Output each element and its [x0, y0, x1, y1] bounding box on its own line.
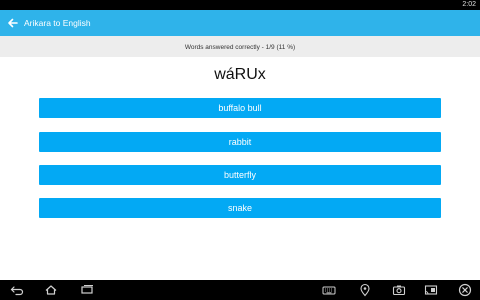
- keyboard-icon[interactable]: [322, 283, 336, 297]
- home-icon[interactable]: [44, 283, 58, 297]
- question-word: wáRUx: [214, 66, 266, 83]
- status-time: 2:02: [462, 1, 476, 8]
- app-bar: Arikara to English: [0, 10, 480, 36]
- location-icon[interactable]: [358, 283, 372, 297]
- nav-bar: [0, 280, 480, 300]
- answer-button-1[interactable]: buffalo bull: [39, 98, 441, 118]
- status-bar: 2:02: [0, 0, 480, 10]
- answer-button-4[interactable]: snake: [39, 198, 441, 218]
- screencast-icon[interactable]: [424, 283, 438, 297]
- back-icon[interactable]: [10, 283, 24, 297]
- answer-button-3[interactable]: butterfly: [39, 165, 441, 185]
- recent-apps-icon[interactable]: [80, 283, 94, 297]
- close-icon[interactable]: [458, 283, 472, 297]
- arrow-left-icon[interactable]: [6, 16, 20, 30]
- answer-button-2[interactable]: rabbit: [39, 132, 441, 152]
- score-text: Words answered correctly - 1/9 (11 %): [184, 44, 296, 51]
- camera-icon[interactable]: [392, 283, 406, 297]
- score-bar: Words answered correctly - 1/9 (11 %): [0, 36, 480, 57]
- app-title: Arikara to English: [24, 18, 91, 28]
